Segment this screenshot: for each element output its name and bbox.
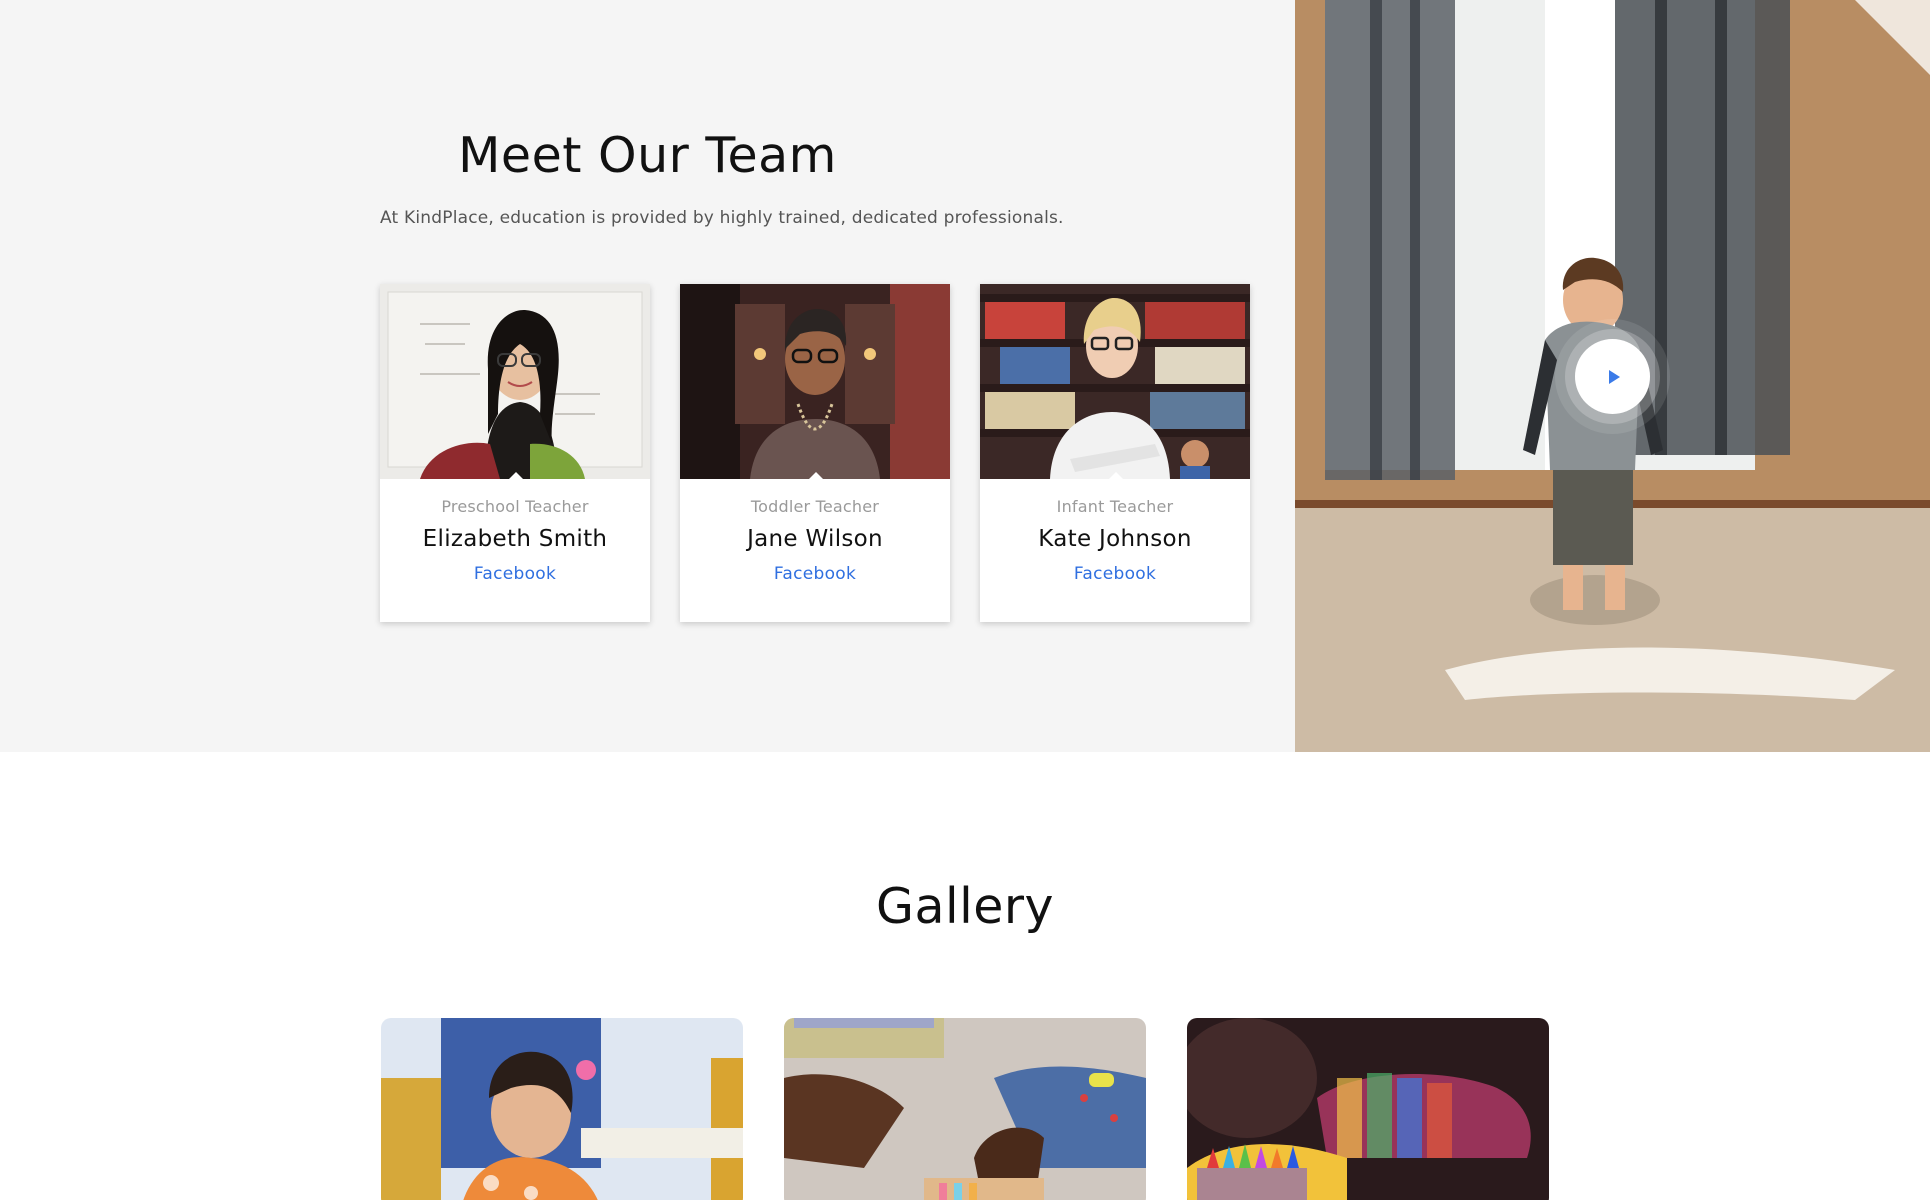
member-facebook-link[interactable]: Facebook [380, 564, 650, 584]
card-notch [808, 472, 824, 479]
team-card: Preschool Teacher Elizabeth Smith Facebo… [380, 284, 650, 622]
team-cards: Preschool Teacher Elizabeth Smith Facebo… [380, 284, 1251, 622]
team-heading-wrap: Meet Our Team [0, 125, 1295, 187]
member-role: Infant Teacher [1056, 497, 1174, 516]
card-notch [508, 472, 524, 479]
member-name: Jane Wilson [747, 526, 883, 552]
gallery-grid [381, 1018, 1549, 1200]
play-icon [1609, 369, 1620, 384]
gallery-heading-wrap: Gallery [0, 876, 1930, 938]
team-card: Toddler Teacher Jane Wilson Facebook [680, 284, 950, 622]
member-facebook-link[interactable]: Facebook [980, 564, 1250, 584]
team-member-photo [980, 284, 1250, 479]
play-button[interactable] [1575, 339, 1650, 414]
member-facebook-link[interactable]: Facebook [680, 564, 950, 584]
gallery-item[interactable] [1187, 1018, 1549, 1200]
team-title: Meet Our Team [458, 125, 837, 187]
team-member-photo [380, 284, 650, 479]
gallery-title: Gallery [876, 876, 1054, 938]
team-panel: Meet Our Team At KindPlace, education is… [0, 0, 1295, 752]
gallery-image [1187, 1018, 1549, 1200]
member-name: Elizabeth Smith [422, 526, 608, 552]
team-section: Meet Our Team At KindPlace, education is… [0, 0, 1930, 752]
team-card: Infant Teacher Kate Johnson Facebook [980, 284, 1250, 622]
gallery-item[interactable] [784, 1018, 1146, 1200]
member-role: Toddler Teacher [750, 497, 880, 516]
team-member-photo [680, 284, 950, 479]
team-subtitle: At KindPlace, education is provided by h… [380, 208, 1064, 228]
member-name: Kate Johnson [1038, 526, 1192, 552]
gallery-image [381, 1018, 743, 1200]
gallery-item[interactable] [381, 1018, 743, 1200]
gallery-image [784, 1018, 1146, 1200]
card-notch [1108, 472, 1124, 479]
member-role: Preschool Teacher [441, 497, 589, 516]
